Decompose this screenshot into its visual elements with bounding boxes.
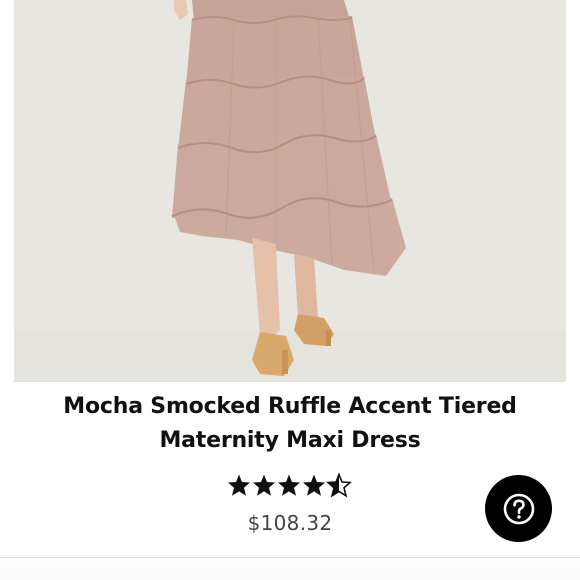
star-icon xyxy=(228,474,250,496)
star-icon xyxy=(253,474,275,496)
next-section-edge xyxy=(0,558,580,580)
help-button[interactable] xyxy=(485,475,552,542)
half-star-icon xyxy=(327,473,351,497)
product-page: Mocha Smocked Ruffle Accent Tiered Mater… xyxy=(0,0,580,580)
product-title: Mocha Smocked Ruffle Accent Tiered Mater… xyxy=(63,394,517,453)
rating-stars-graphic xyxy=(228,473,351,497)
question-circle-icon xyxy=(503,493,534,524)
star-icon xyxy=(278,474,300,496)
product-image[interactable] xyxy=(14,0,566,382)
star-icon xyxy=(303,474,325,496)
